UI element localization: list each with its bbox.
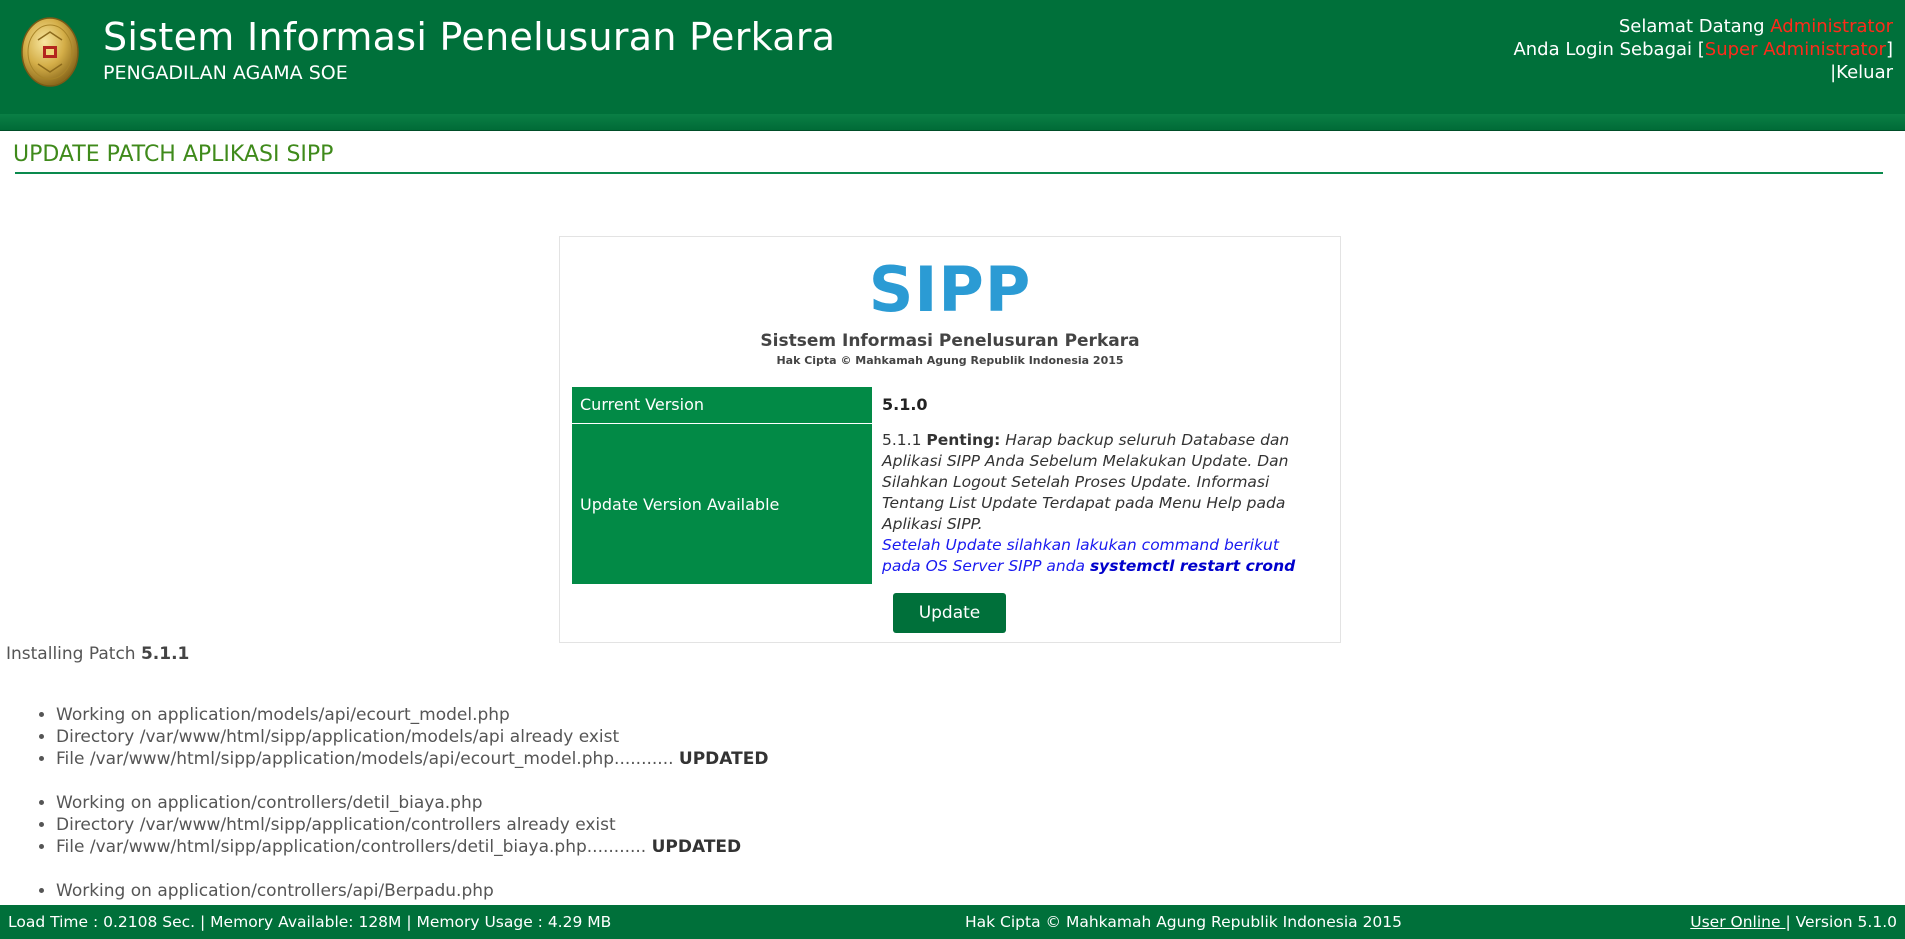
install-log: Working on application/models/api/ecourt… (32, 704, 1232, 924)
log-status: UPDATED (678, 749, 769, 769)
court-name: PENGADILAN AGAMA SOE (103, 62, 348, 84)
command-instruction: Setelah Update silahkan lakukan command … (882, 536, 1295, 575)
title-divider (15, 172, 1883, 174)
log-directory: Directory /var/www/html/sipp/application… (56, 814, 1232, 836)
log-file-path: File /var/www/html/sipp/application/cont… (56, 837, 647, 857)
penting-label: Penting: (926, 431, 1001, 449)
installing-prefix: Installing Patch (6, 644, 136, 664)
footer-version: Version 5.1.0 (1795, 913, 1897, 931)
login-prefix: Anda Login Sebagai [ (1513, 39, 1705, 60)
panel-subtitle: Sistsem Informasi Penelusuran Perkara (760, 331, 1140, 351)
update-version-label: Update Version Available (572, 424, 872, 584)
installing-version: 5.1.1 (140, 644, 190, 664)
header-strip (0, 114, 1905, 131)
welcome-prefix: Selamat Datang (1618, 16, 1771, 37)
log-working: Working on application/controllers/api/B… (56, 880, 1232, 902)
welcome-line: Selamat Datang Administrator (1513, 15, 1893, 38)
welcome-user: Administrator (1770, 16, 1893, 37)
update-version-label-text: Update Version Available (580, 494, 780, 514)
logout-link[interactable]: |Keluar (1830, 62, 1893, 83)
log-directory: Directory /var/www/html/sipp/application… (56, 726, 1232, 748)
log-group: Working on application/controllers/api/B… (32, 880, 1232, 902)
log-status: UPDATED (651, 837, 742, 857)
footer-separator: | (1785, 913, 1791, 931)
log-group: Working on application/models/api/ecourt… (32, 704, 1232, 770)
user-info: Selamat Datang Administrator Anda Login … (1513, 15, 1893, 84)
current-version-value: 5.1.0 (882, 395, 928, 414)
user-online-link[interactable]: User Online (1690, 913, 1785, 931)
sipp-logo: SIPP (868, 253, 1032, 326)
app-title: Sistem Informasi Penelusuran Perkara (103, 15, 836, 59)
log-file: File /var/www/html/sipp/application/cont… (56, 836, 1232, 858)
logout-line: |Keluar (1513, 61, 1893, 84)
log-file-path: File /var/www/html/sipp/application/mode… (56, 749, 674, 769)
log-working: Working on application/controllers/detil… (56, 792, 1232, 814)
command-value: systemctl restart crond (1089, 557, 1296, 575)
panel-copyright: Hak Cipta © Mahkamah Agung Republik Indo… (776, 354, 1124, 367)
footer-copyright: Hak Cipta © Mahkamah Agung Republik Indo… (965, 913, 1403, 931)
footer-stats: Load Time : 0.2108 Sec. | Memory Availab… (8, 913, 612, 931)
footer: Load Time : 0.2108 Sec. | Memory Availab… (0, 905, 1905, 939)
update-panel: SIPP Sistsem Informasi Penelusuran Perka… (559, 236, 1341, 643)
login-role: Super Administrator (1704, 39, 1886, 60)
update-version-number: 5.1.1 (882, 431, 922, 449)
log-group: Working on application/controllers/detil… (32, 792, 1232, 858)
mahkamah-agung-emblem-icon (21, 17, 79, 87)
log-working: Working on application/models/api/ecourt… (56, 704, 1232, 726)
footer-right: User Online | Version 5.1.0 (1690, 913, 1897, 931)
header: Sistem Informasi Penelusuran Perkara PEN… (0, 0, 1905, 114)
update-button[interactable]: Update (893, 593, 1006, 633)
log-file: File /var/www/html/sipp/application/mode… (56, 748, 1232, 770)
page-title: UPDATE PATCH APLIKASI SIPP (13, 142, 334, 167)
login-suffix: ] (1885, 39, 1893, 60)
login-role-line: Anda Login Sebagai [Super Administrator] (1513, 38, 1893, 61)
current-version-label: Current Version (572, 387, 872, 423)
installing-patch-line: Installing Patch 5.1.1 (6, 644, 189, 664)
update-version-info: 5.1.1 Penting: Harap backup seluruh Data… (882, 430, 1302, 577)
